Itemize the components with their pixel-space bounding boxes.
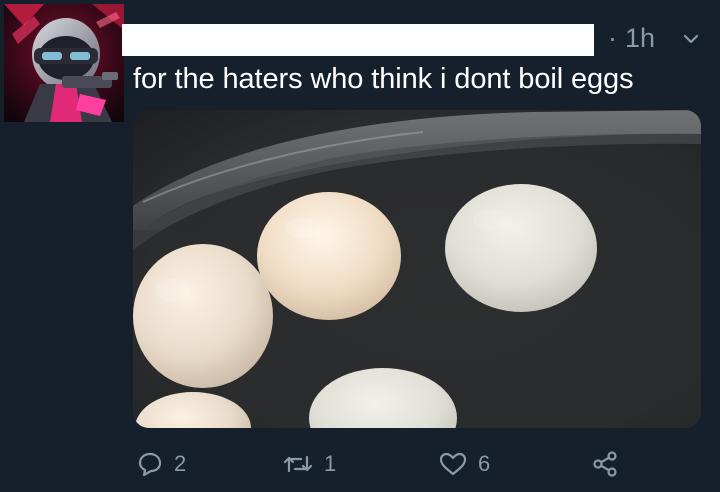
retweet-count: 1: [324, 451, 337, 476]
reply-count: 2: [174, 451, 187, 476]
eggs-in-pot-photo: [133, 110, 701, 428]
timestamp[interactable]: · 1h: [608, 20, 655, 56]
separator-dot: ·: [608, 22, 617, 53]
reply-icon: [136, 450, 164, 478]
tweet-action-bar: 2 1 6: [0, 440, 720, 488]
tweet-photo[interactable]: [133, 110, 701, 428]
avatar-image: [4, 4, 124, 122]
timestamp-text: 1h: [625, 22, 656, 53]
tweet-text: for the haters who think i dont boil egg…: [133, 63, 634, 95]
tweet: · 1h for the haters who think i dont boi…: [0, 0, 720, 492]
share-icon: [590, 449, 620, 479]
like-count: 6: [478, 451, 491, 476]
share-button[interactable]: [590, 448, 620, 480]
display-name-redacted: [122, 24, 594, 56]
chevron-down-icon[interactable]: [682, 30, 700, 48]
retweet-button[interactable]: 1: [282, 448, 336, 480]
like-button[interactable]: 6: [438, 448, 490, 480]
retweet-icon: [282, 450, 314, 478]
avatar[interactable]: [4, 4, 124, 122]
reply-button[interactable]: 2: [136, 448, 186, 480]
heart-icon: [438, 450, 468, 478]
